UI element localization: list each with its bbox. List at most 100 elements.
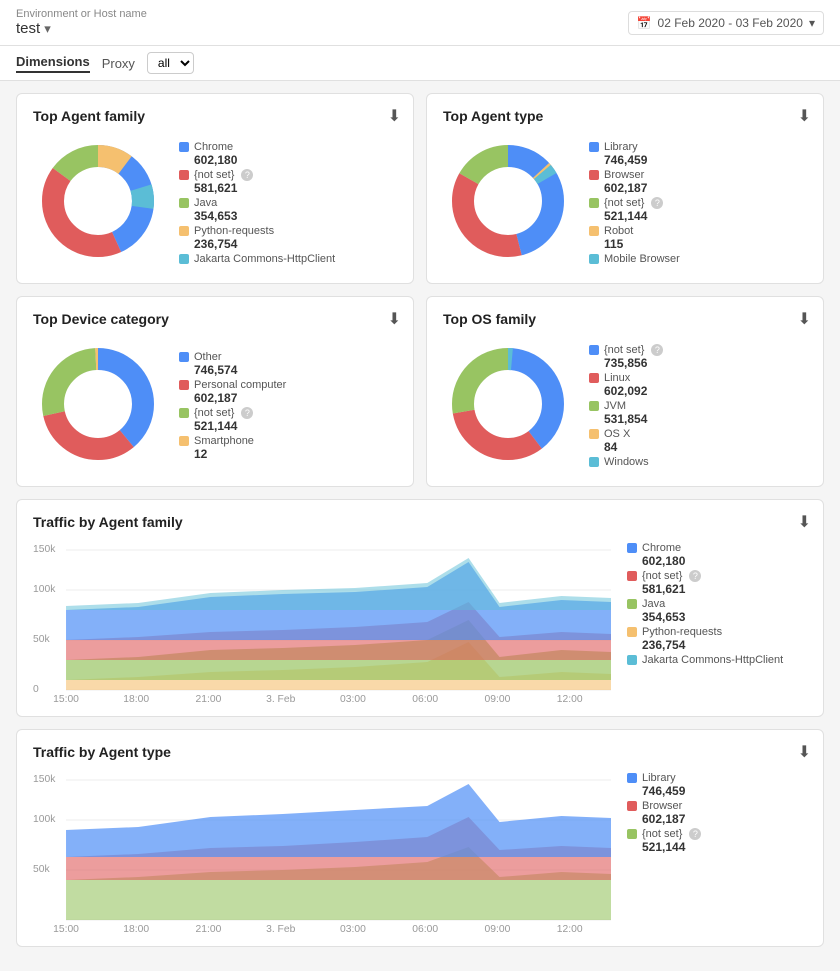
- top-row: Top Agent family ⬇: [16, 93, 824, 284]
- traffic-agent-type-chart: 150k 100k 50k 15:00 18:00 21:00: [33, 772, 611, 932]
- legend-dot: [627, 571, 637, 581]
- traffic-agent-family-content: 150k 100k 50k 0: [33, 542, 807, 702]
- legend-dot: [589, 254, 599, 264]
- legend-label-text: {not set}: [604, 344, 644, 356]
- svg-text:21:00: 21:00: [196, 694, 222, 702]
- legend-item: {not set}?581,621: [627, 570, 807, 596]
- svg-text:12:00: 12:00: [557, 694, 583, 702]
- help-icon[interactable]: ?: [241, 407, 253, 419]
- os-family-download[interactable]: ⬇: [798, 309, 811, 329]
- svg-text:3. Feb: 3. Feb: [266, 924, 296, 932]
- legend-dot: [179, 170, 189, 180]
- legend-value: 236,754: [642, 638, 807, 652]
- legend-label-text: {not set}: [642, 828, 682, 840]
- legend-dot: [179, 254, 189, 264]
- os-family-title: Top OS family: [443, 311, 807, 327]
- svg-text:12:00: 12:00: [557, 924, 583, 932]
- legend-item: Linux602,092: [589, 372, 663, 398]
- legend-value: 735,856: [604, 356, 663, 370]
- traffic-agent-family-legend: Chrome602,180{not set}?581,621Java354,65…: [627, 542, 807, 702]
- agent-type-download[interactable]: ⬇: [798, 106, 811, 126]
- svg-text:06:00: 06:00: [412, 694, 438, 702]
- legend-label-text: Personal computer: [194, 379, 286, 391]
- legend-value: 521,144: [194, 419, 286, 433]
- legend-label-text: OS X: [604, 428, 630, 440]
- legend-dot: [627, 773, 637, 783]
- svg-text:50k: 50k: [33, 864, 51, 875]
- device-category-download[interactable]: ⬇: [388, 309, 401, 329]
- env-section: Environment or Host name test ▾: [16, 8, 147, 37]
- legend-value: 746,459: [642, 784, 807, 798]
- legend-item: OS X84: [589, 428, 663, 454]
- svg-text:150k: 150k: [33, 544, 56, 555]
- legend-value: 354,653: [642, 610, 807, 624]
- date-range-picker[interactable]: 📅 02 Feb 2020 - 03 Feb 2020 ▾: [628, 11, 824, 35]
- legend-dot: [627, 543, 637, 553]
- legend-dot: [589, 429, 599, 439]
- help-icon[interactable]: ?: [689, 570, 701, 582]
- svg-text:09:00: 09:00: [485, 924, 511, 932]
- all-select[interactable]: all: [147, 52, 194, 74]
- traffic-agent-type-download[interactable]: ⬇: [798, 742, 811, 762]
- help-icon[interactable]: ?: [651, 344, 663, 356]
- legend-dot: [179, 142, 189, 152]
- legend-value: 602,180: [194, 153, 335, 167]
- legend-label-text: Smartphone: [194, 435, 254, 447]
- device-category-title: Top Device category: [33, 311, 397, 327]
- svg-text:15:00: 15:00: [53, 924, 79, 932]
- env-label: Environment or Host name: [16, 8, 147, 20]
- traffic-agent-type-content: 150k 100k 50k 15:00 18:00 21:00: [33, 772, 807, 932]
- legend-label-text: Library: [642, 772, 676, 784]
- os-family-card: Top OS family ⬇ {not set}?735,856Linux60…: [426, 296, 824, 487]
- legend-item: {not set}?735,856: [589, 344, 663, 370]
- env-value: test: [16, 20, 40, 37]
- legend-item: Jakarta Commons-HttpClient: [627, 654, 807, 666]
- legend-value: 602,180: [642, 554, 807, 568]
- legend-item: Chrome602,180: [179, 141, 335, 167]
- legend-label-text: Mobile Browser: [604, 253, 680, 265]
- legend-value: 581,621: [194, 181, 335, 195]
- legend-item: Smartphone12: [179, 435, 286, 461]
- legend-dot: [627, 599, 637, 609]
- legend-dot: [589, 457, 599, 467]
- legend-item: {not set}?581,621: [179, 169, 335, 195]
- svg-text:21:00: 21:00: [196, 924, 222, 932]
- env-dropdown-icon[interactable]: ▾: [44, 21, 51, 37]
- svg-text:0: 0: [33, 684, 39, 695]
- agent-type-chart-container: Library746,459Browser602,187{not set}?52…: [443, 136, 807, 269]
- legend-label-text: {not set}: [604, 197, 644, 209]
- legend-dot: [179, 408, 189, 418]
- help-icon[interactable]: ?: [651, 197, 663, 209]
- device-category-chart-container: Other746,574Personal computer602,187{not…: [33, 339, 397, 472]
- help-icon[interactable]: ?: [689, 828, 701, 840]
- legend-value: 746,574: [194, 363, 286, 377]
- dimensions-tab[interactable]: Dimensions: [16, 54, 90, 73]
- agent-family-legend: Chrome602,180{not set}?581,621Java354,65…: [179, 141, 335, 265]
- traffic-agent-family-download[interactable]: ⬇: [798, 512, 811, 532]
- traffic-agent-type-title: Traffic by Agent type: [33, 744, 807, 760]
- help-icon[interactable]: ?: [241, 169, 253, 181]
- legend-label-text: Chrome: [642, 542, 681, 554]
- legend-value: 236,754: [194, 237, 335, 251]
- legend-value: 354,653: [194, 209, 335, 223]
- legend-item: Python-requests236,754: [627, 626, 807, 652]
- legend-dot: [179, 226, 189, 236]
- svg-text:150k: 150k: [33, 774, 56, 785]
- svg-text:100k: 100k: [33, 584, 56, 595]
- svg-text:03:00: 03:00: [340, 924, 366, 932]
- agent-type-donut: [443, 136, 573, 269]
- legend-value: 84: [604, 440, 663, 454]
- legend-value: 521,144: [604, 209, 680, 223]
- svg-text:18:00: 18:00: [123, 924, 149, 932]
- agent-family-download[interactable]: ⬇: [388, 106, 401, 126]
- legend-label-text: Python-requests: [194, 225, 274, 237]
- legend-dot: [627, 829, 637, 839]
- legend-item: Mobile Browser: [589, 253, 680, 265]
- legend-item: Browser602,187: [589, 169, 680, 195]
- svg-text:50k: 50k: [33, 634, 51, 645]
- legend-value: 602,187: [642, 812, 807, 826]
- legend-label-text: {not set}: [194, 407, 234, 419]
- legend-label-text: JVM: [604, 400, 626, 412]
- svg-text:06:00: 06:00: [412, 924, 438, 932]
- proxy-filter[interactable]: Proxy: [102, 56, 135, 71]
